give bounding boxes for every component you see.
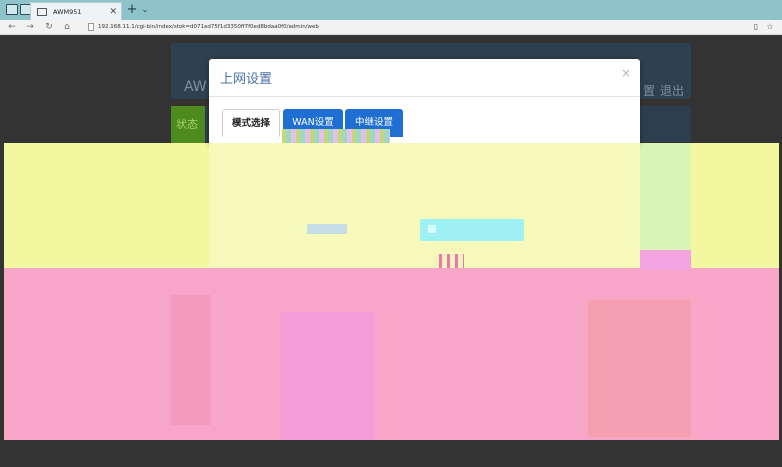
page-icon (88, 23, 94, 31)
browser-tab-bar: AWM951 ✕ + ⌄ (0, 0, 782, 20)
page-favicon-icon (37, 7, 47, 16)
status-label: 状态 (176, 118, 198, 131)
tab-title: AWM951 (53, 7, 82, 16)
url-input[interactable]: 192.168.11.1/cgi-bin/index/stok=d071ad75… (98, 22, 319, 32)
header-link-logout[interactable]: 退出 (660, 82, 684, 99)
tab-list-chevron-icon[interactable]: ⌄ (138, 2, 152, 18)
back-button[interactable]: ← (6, 21, 18, 33)
render-artifact (282, 129, 390, 143)
tab-preview-icon[interactable] (6, 4, 18, 15)
browser-tab[interactable]: AWM951 ✕ (30, 2, 122, 20)
modal-divider (209, 96, 640, 97)
tab-close-icon[interactable]: ✕ (109, 7, 117, 17)
overlay-inner-box (280, 312, 375, 440)
mode-option-left[interactable] (307, 224, 347, 234)
refresh-button[interactable]: ↻ (43, 21, 55, 33)
tab-mode-select[interactable]: 模式选择 (222, 109, 280, 137)
overlay-inner-left (171, 295, 211, 425)
overlay-inner-right (588, 300, 691, 437)
reading-view-icon[interactable]: ▯ (750, 21, 762, 33)
router-brand: AW (184, 79, 207, 95)
address-bar: ← → ↻ ⌂ 192.168.11.1/cgi-bin/index/stok=… (0, 20, 782, 35)
render-artifact (434, 254, 464, 268)
forward-button[interactable]: → (24, 21, 36, 33)
overlay-patch-pink (640, 250, 691, 270)
home-button[interactable]: ⌂ (61, 21, 73, 33)
header-link-settings[interactable]: 置 (643, 82, 655, 99)
modal-close-button[interactable]: × (621, 66, 631, 80)
modal-body (209, 143, 640, 268)
favorite-star-icon[interactable]: ☆ (764, 21, 776, 33)
modal-title: 上网设置 (220, 72, 273, 87)
overlay-patch-green (640, 143, 691, 253)
selected-check-icon (428, 225, 436, 233)
